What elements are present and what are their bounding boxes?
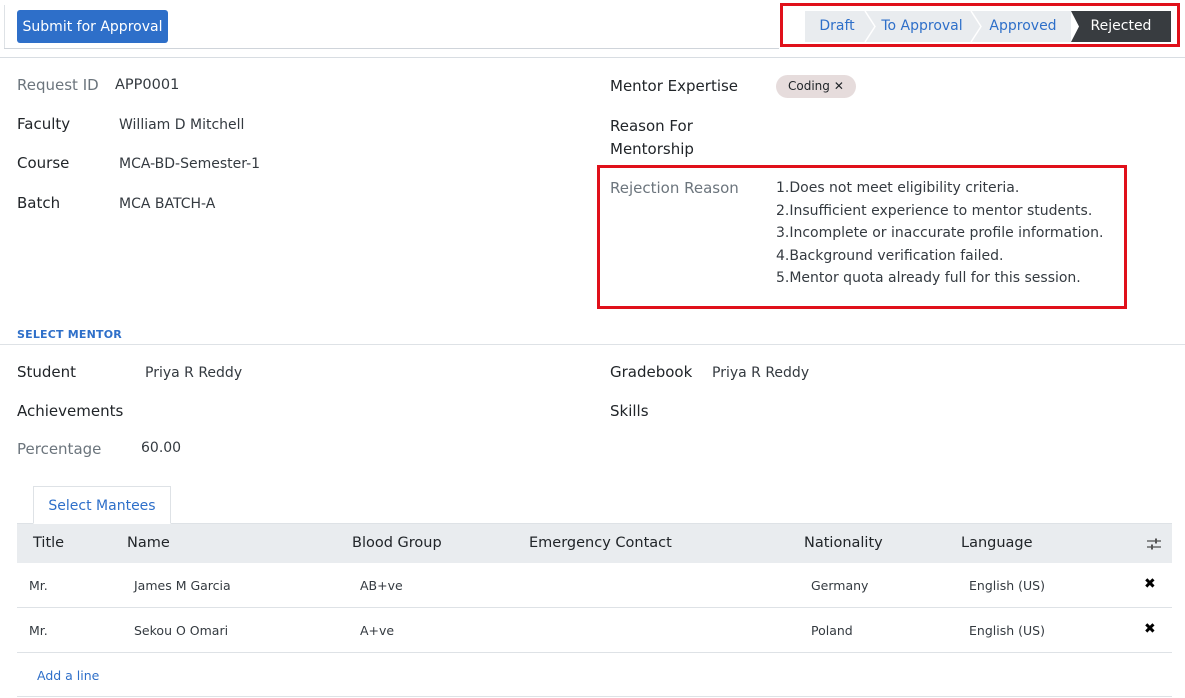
sliders-icon[interactable] [1147,537,1161,551]
column-header-name[interactable]: Name [127,524,170,563]
rejection-line: 3.Incomplete or inaccurate profile infor… [776,225,1104,241]
tab-select-mantees[interactable]: Select Mantees [33,486,171,524]
cell-title: Mr. [29,623,48,638]
submit-for-approval-button[interactable]: Submit for Approval [17,10,168,43]
student-field[interactable]: Priya R Reddy [145,365,242,381]
tag-label: Coding [788,79,830,93]
column-header-emergency-contact[interactable]: Emergency Contact [529,524,672,563]
reason-label-line: Mentorship [610,140,694,158]
gradebook-field[interactable]: Priya R Reddy [712,365,809,381]
course-label: Course [17,154,70,172]
divider [4,48,779,49]
table-header: Title Name Blood Group Emergency Contact… [17,524,1172,563]
close-icon[interactable]: ✕ [834,79,844,93]
table-row[interactable]: Mr. James M Garcia AB+ve Germany English… [17,563,1172,608]
divider [0,344,1185,345]
cell-name: James M Garcia [134,578,231,593]
batch-label: Batch [17,194,61,212]
achievements-label: Achievements [17,402,124,420]
percentage-label: Percentage [17,440,102,458]
column-header-nationality[interactable]: Nationality [804,524,883,563]
close-icon[interactable]: ✖ [1144,608,1156,651]
rejection-line: 2.Insufficient experience to mentor stud… [776,202,1093,219]
divider [0,57,1185,58]
rejection-line: 5.Mentor quota already full for this ses… [776,270,1081,286]
mentor-expertise-label: Mentor Expertise [610,77,739,95]
cell-name: Sekou O Omari [134,623,229,638]
rejection-reason-label: Rejection Reason [610,179,739,197]
cell-nationality: Poland [811,623,853,638]
cell-language: English (US) [969,623,1045,638]
cell-language: English (US) [969,578,1045,593]
batch-field[interactable]: MCA BATCH-A [119,196,215,212]
column-header-blood-group[interactable]: Blood Group [352,524,442,563]
close-icon[interactable]: ✖ [1144,563,1156,606]
faculty-field[interactable]: William D Mitchell [119,117,244,133]
section-title: SELECT MENTOR [17,328,122,341]
rejection-reason-field[interactable]: 1.Does not meet eligibility criteria. 2.… [776,177,1103,290]
request-id-label: Request ID [17,76,99,94]
reason-label-line: Reason For [610,117,693,135]
mentor-expertise-tag: Coding ✕ [776,75,856,98]
column-header-title[interactable]: Title [33,524,64,563]
course-field[interactable]: MCA-BD-Semester-1 [119,156,260,172]
request-id-value: APP0001 [115,77,180,93]
control-panel: Submit for Approval Draft To Approval Ap… [0,0,1185,52]
cell-blood-group: AB+ve [360,578,403,593]
student-label: Student [17,363,77,381]
cell-title: Mr. [29,578,48,593]
reason-for-mentorship-label: Reason For Mentorship [610,115,694,161]
gradebook-label: Gradebook [610,363,693,381]
skills-label: Skills [610,402,649,420]
cell-nationality: Germany [811,578,869,593]
cell-blood-group: A+ve [360,623,395,638]
divider [17,696,1172,697]
faculty-label: Faculty [17,115,71,133]
column-header-language[interactable]: Language [961,524,1033,563]
highlight-box [780,3,1180,47]
percentage-field[interactable]: 60.00 [141,440,181,456]
rejection-line: 1.Does not meet eligibility criteria. [776,180,1020,196]
rejection-line: 4.Background verification failed. [776,247,1004,264]
table-row[interactable]: Mr. Sekou O Omari A+ve Poland English (U… [17,608,1172,653]
divider [4,5,5,49]
add-a-line-link[interactable]: Add a line [37,668,99,683]
